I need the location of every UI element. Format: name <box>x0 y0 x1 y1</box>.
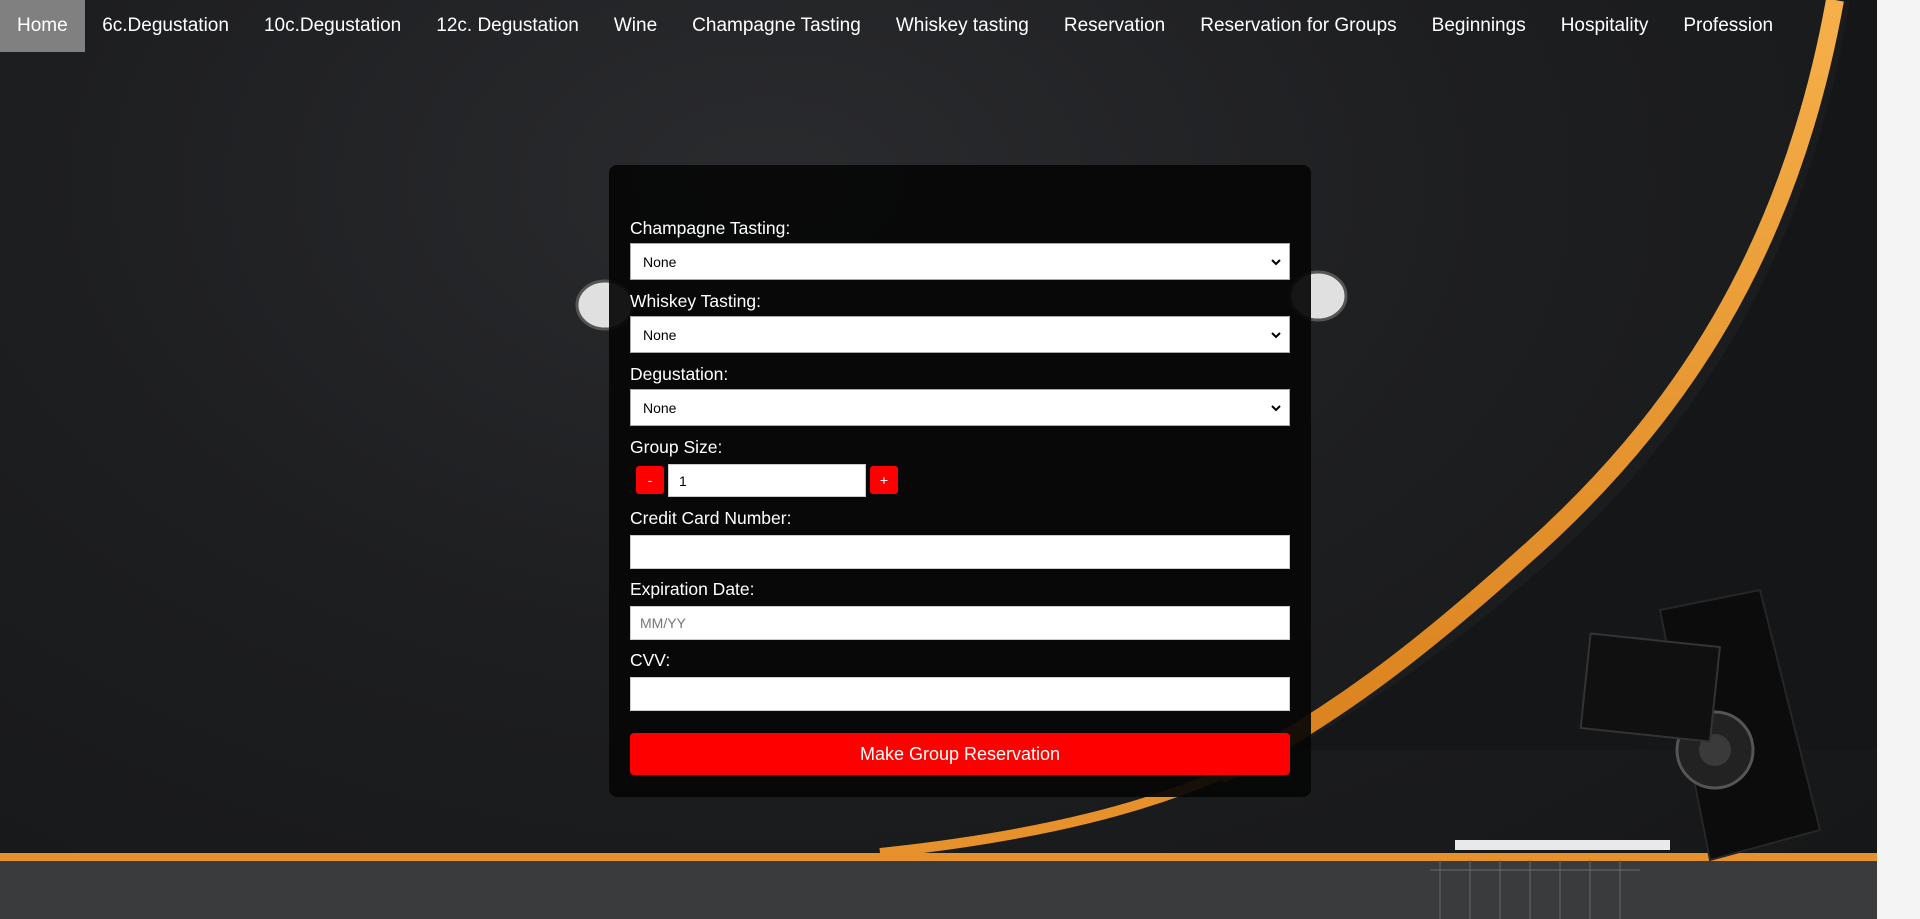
credit-card-number-label: Credit Card Number: <box>630 508 792 528</box>
cvv-input[interactable] <box>630 677 1290 711</box>
champagne-tasting-label: Champagne Tasting: <box>630 218 791 238</box>
nav-item-reservation[interactable]: Reservation <box>1046 0 1182 52</box>
nav-item-home[interactable]: Home <box>0 0 85 52</box>
nav-item-profession[interactable]: Profession <box>1666 0 1791 52</box>
chevron-down-icon <box>1271 332 1281 339</box>
group-size-input[interactable]: 1 <box>668 464 866 497</box>
degustation-label: Degustation: <box>630 364 729 384</box>
champagne-tasting-select[interactable]: None <box>630 243 1290 280</box>
whiskey-tasting-label: Whiskey Tasting: <box>630 291 761 311</box>
right-edge-strip <box>1877 0 1920 919</box>
nav-item-beginnings[interactable]: Beginnings <box>1414 0 1543 52</box>
expiration-date-label: Expiration Date: <box>630 579 755 599</box>
group-reservation-form: Champagne Tasting: None Whiskey Tasting:… <box>609 165 1311 797</box>
degustation-select[interactable]: None <box>630 389 1290 426</box>
expiration-date-input[interactable]: MM/YY <box>630 606 1290 640</box>
cvv-label: CVV: <box>630 650 671 670</box>
credit-card-number-input[interactable] <box>630 535 1290 569</box>
nav-item-10c-degustation[interactable]: 10c.Degustation <box>246 0 418 52</box>
nav-item-12c-degustation[interactable]: 12c. Degustation <box>419 0 597 52</box>
chevron-down-icon <box>1271 259 1281 266</box>
whiskey-tasting-value: None <box>643 326 677 343</box>
nav-item-hospitality[interactable]: Hospitality <box>1543 0 1666 52</box>
degustation-value: None <box>643 399 677 416</box>
group-size-decrement-button[interactable]: - <box>636 466 664 494</box>
nav-item-whiskey-tasting[interactable]: Whiskey tasting <box>878 0 1046 52</box>
nav-item-6c-degustation[interactable]: 6c.Degustation <box>85 0 247 52</box>
group-size-label: Group Size: <box>630 437 723 457</box>
top-navigation: Home 6c.Degustation 10c.Degustation 12c.… <box>0 0 1877 52</box>
chevron-down-icon <box>1271 405 1281 412</box>
make-group-reservation-button[interactable]: Make Group Reservation <box>630 733 1290 775</box>
champagne-tasting-value: None <box>643 253 677 270</box>
whiskey-tasting-select[interactable]: None <box>630 316 1290 353</box>
nav-item-reservation-for-groups[interactable]: Reservation for Groups <box>1183 0 1414 52</box>
group-size-increment-button[interactable]: + <box>870 466 898 494</box>
nav-item-wine[interactable]: Wine <box>596 0 674 52</box>
nav-item-champagne-tasting[interactable]: Champagne Tasting <box>675 0 879 52</box>
